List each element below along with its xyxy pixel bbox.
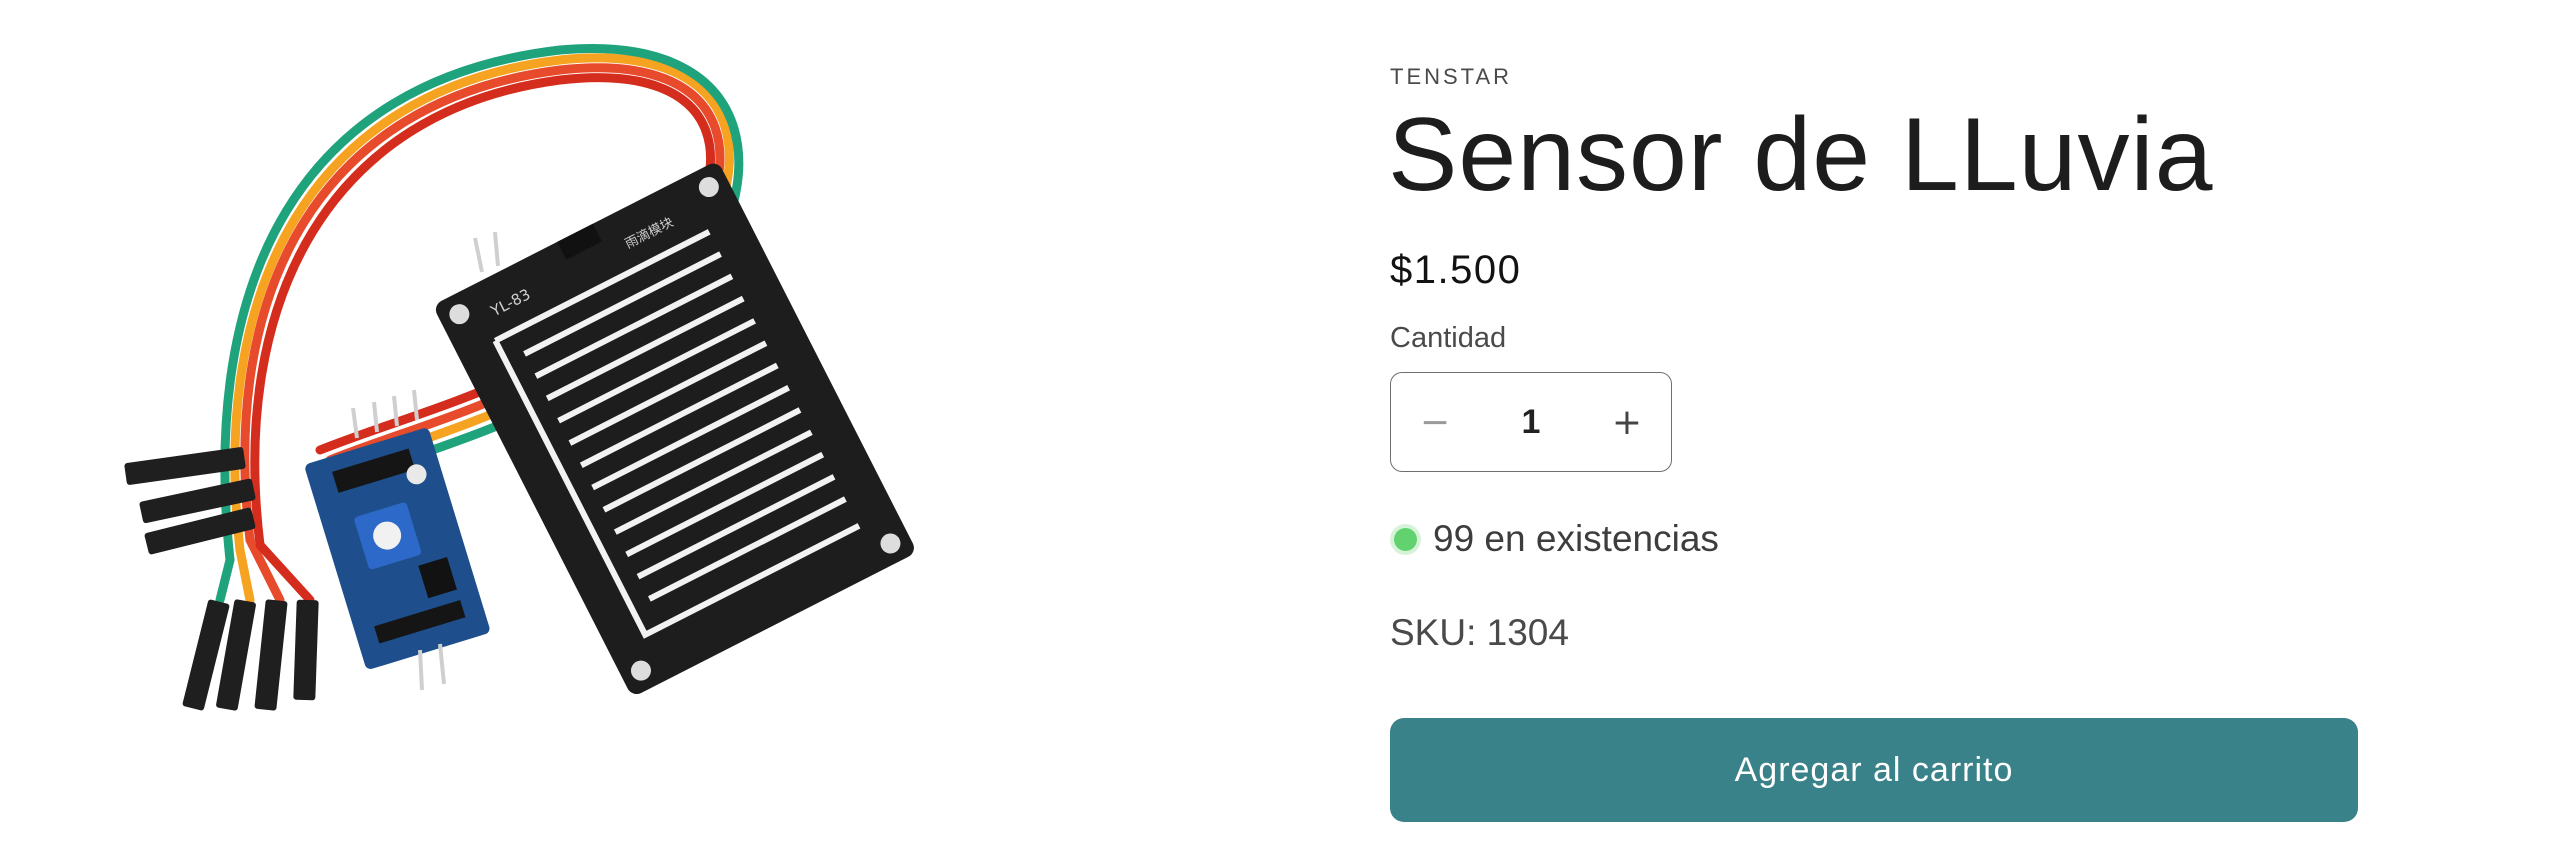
quantity-input[interactable] — [1479, 401, 1583, 443]
add-to-cart-button[interactable]: Agregar al carrito — [1390, 718, 2358, 822]
in-stock-dot-icon — [1394, 527, 1417, 551]
product-vendor: TENSTAR — [1390, 64, 1513, 89]
product-sku: SKU: 1304 — [1390, 612, 1569, 653]
quantity-increase-button[interactable]: + — [1583, 373, 1671, 471]
product-title: Sensor de LLuvia — [1388, 97, 2214, 213]
stock-text: 99 en existencias — [1433, 518, 1719, 559]
stock-status: 99 en existencias — [1390, 518, 1719, 560]
quantity-stepper: − + — [1390, 372, 1672, 472]
quantity-label: Cantidad — [1390, 322, 1507, 354]
product-image[interactable]: YL-83 雨滴模块 — [100, 40, 1210, 760]
quantity-decrease-button[interactable]: − — [1391, 373, 1479, 471]
product-page: YL-83 雨滴模块 TENSTAR Sensor de LLuvia $1.5… — [0, 0, 2552, 866]
product-price: $1.500 — [1390, 248, 1522, 292]
